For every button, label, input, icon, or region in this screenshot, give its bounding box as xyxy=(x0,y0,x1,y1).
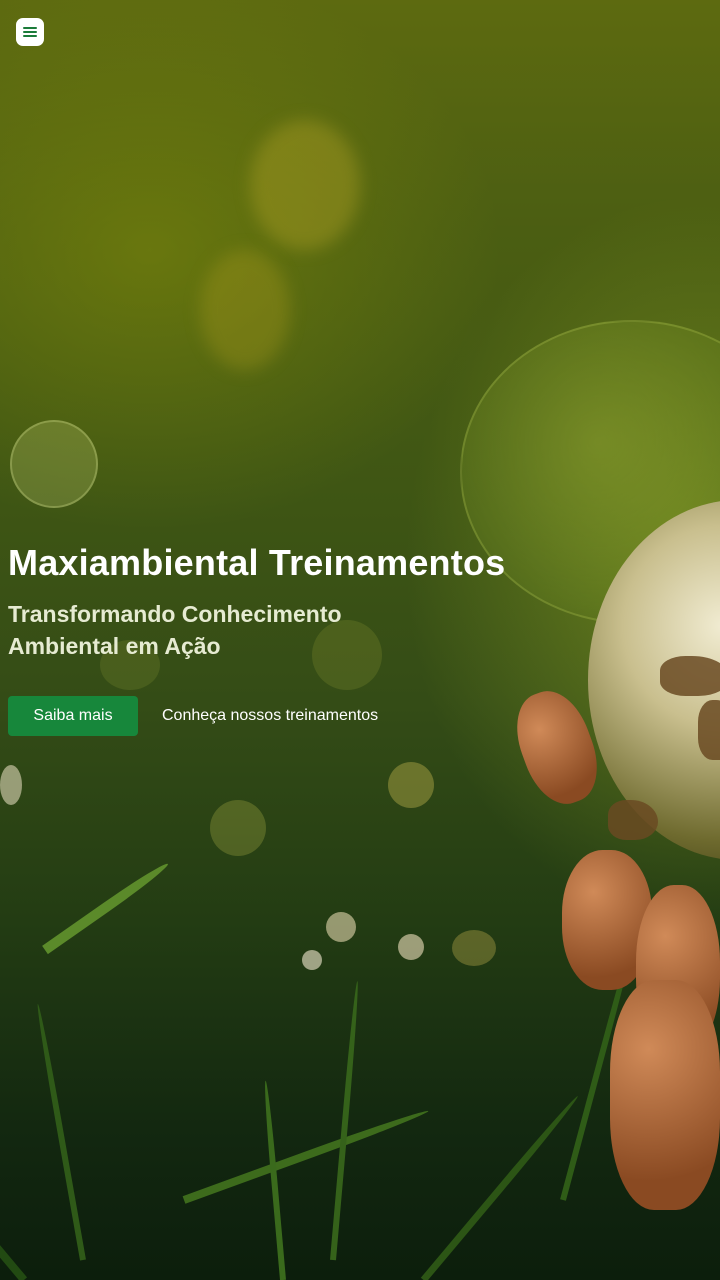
bokeh-circle xyxy=(398,934,424,960)
globe-continent xyxy=(698,700,720,760)
grass-blade xyxy=(182,1107,430,1204)
hand-palm xyxy=(610,980,720,1210)
bokeh-circle xyxy=(210,800,266,856)
globe-continent xyxy=(608,800,658,840)
grass-blade xyxy=(42,859,171,955)
bokeh-circle xyxy=(302,950,322,970)
bokeh-circle xyxy=(326,912,356,942)
saiba-mais-button[interactable]: Saiba mais xyxy=(8,696,138,736)
grass-blade xyxy=(0,1200,28,1280)
hero-content: Maxiambiental Treinamentos Transformando… xyxy=(8,540,608,736)
grass-blade xyxy=(262,1080,286,1280)
trainings-link[interactable]: Conheça nossos treinamentos xyxy=(162,707,378,725)
bokeh-light xyxy=(200,250,290,370)
bokeh-circle xyxy=(388,762,434,808)
grass-blade xyxy=(330,980,361,1261)
bokeh-light xyxy=(250,120,360,250)
hero-actions: Saiba mais Conheça nossos treinamentos xyxy=(8,696,608,736)
hamburger-menu-icon xyxy=(23,27,37,37)
bokeh-circle xyxy=(452,930,496,966)
bokeh-circle xyxy=(10,420,98,508)
grass-blade xyxy=(420,1093,581,1280)
grass-blade xyxy=(34,1003,86,1261)
menu-button[interactable] xyxy=(16,18,44,46)
bokeh-circle xyxy=(0,765,22,805)
hero-title: Maxiambiental Treinamentos xyxy=(8,542,506,583)
globe-continent xyxy=(660,656,720,696)
hero-subtitle: Transformando Conhecimento Ambiental em … xyxy=(8,601,342,659)
